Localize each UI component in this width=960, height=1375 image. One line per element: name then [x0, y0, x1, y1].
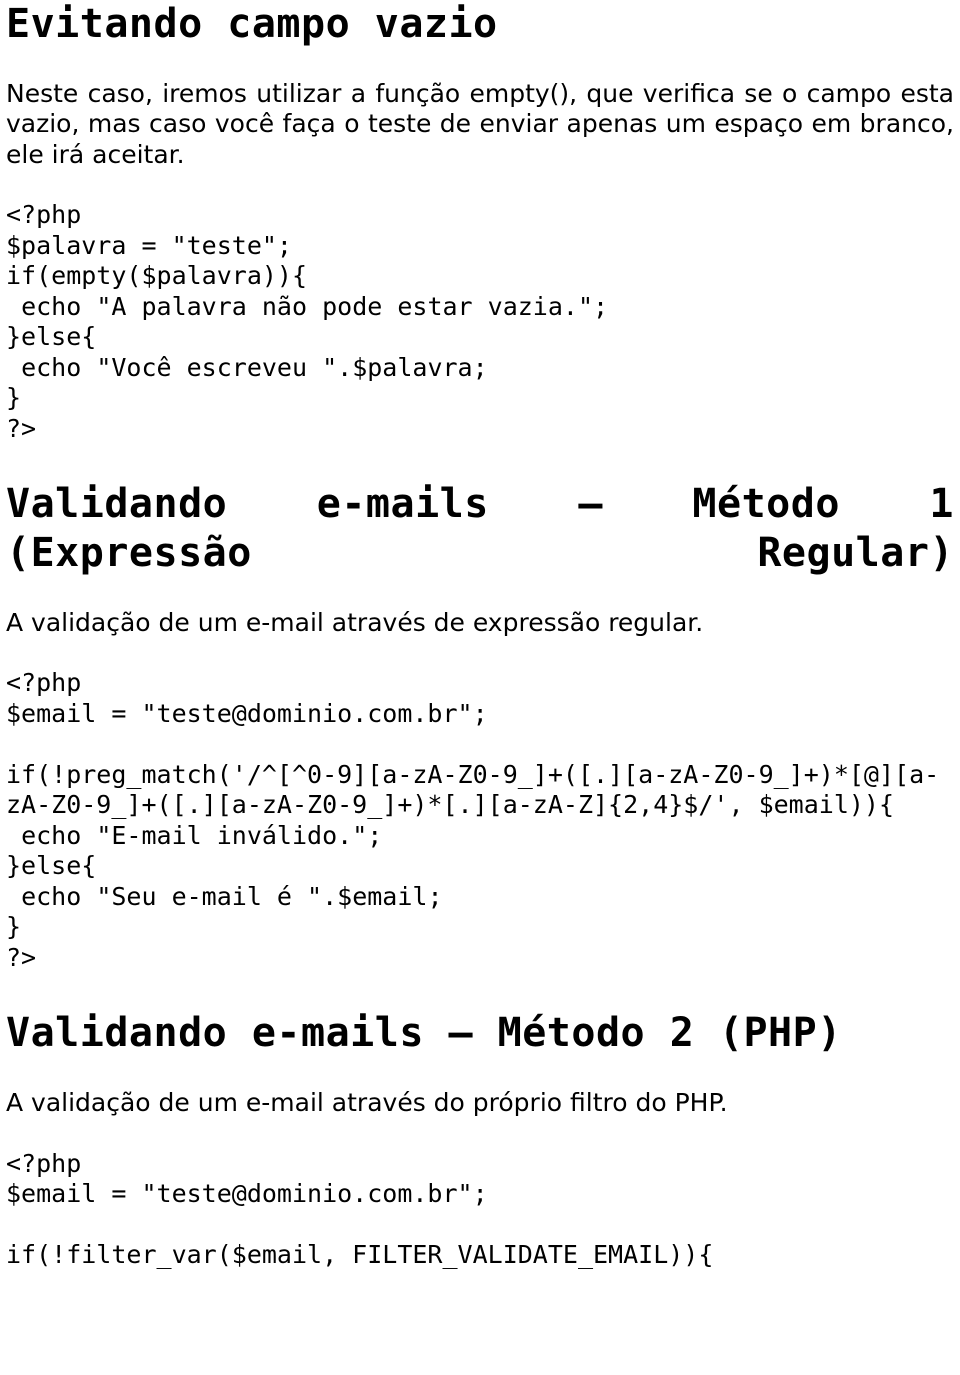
- section-1-title: Evitando campo vazio: [6, 0, 954, 49]
- section-3-paragraph: A validação de um e-mail através do próp…: [6, 1088, 954, 1119]
- section-3-title: Validando e-mails – Método 2 (PHP): [6, 1009, 954, 1058]
- section-3-code: <?php $email = "teste@dominio.com.br"; i…: [6, 1149, 954, 1271]
- section-2-code: <?php $email = "teste@dominio.com.br"; i…: [6, 668, 954, 973]
- section-1-code: <?php $palavra = "teste"; if(empty($pala…: [6, 200, 954, 444]
- section-1-paragraph: Neste caso, iremos utilizar a função emp…: [6, 79, 954, 171]
- section-2-title: Validando e-mails – Método 1 (Expressão …: [6, 480, 954, 578]
- section-2-paragraph: A validação de um e-mail através de expr…: [6, 608, 954, 639]
